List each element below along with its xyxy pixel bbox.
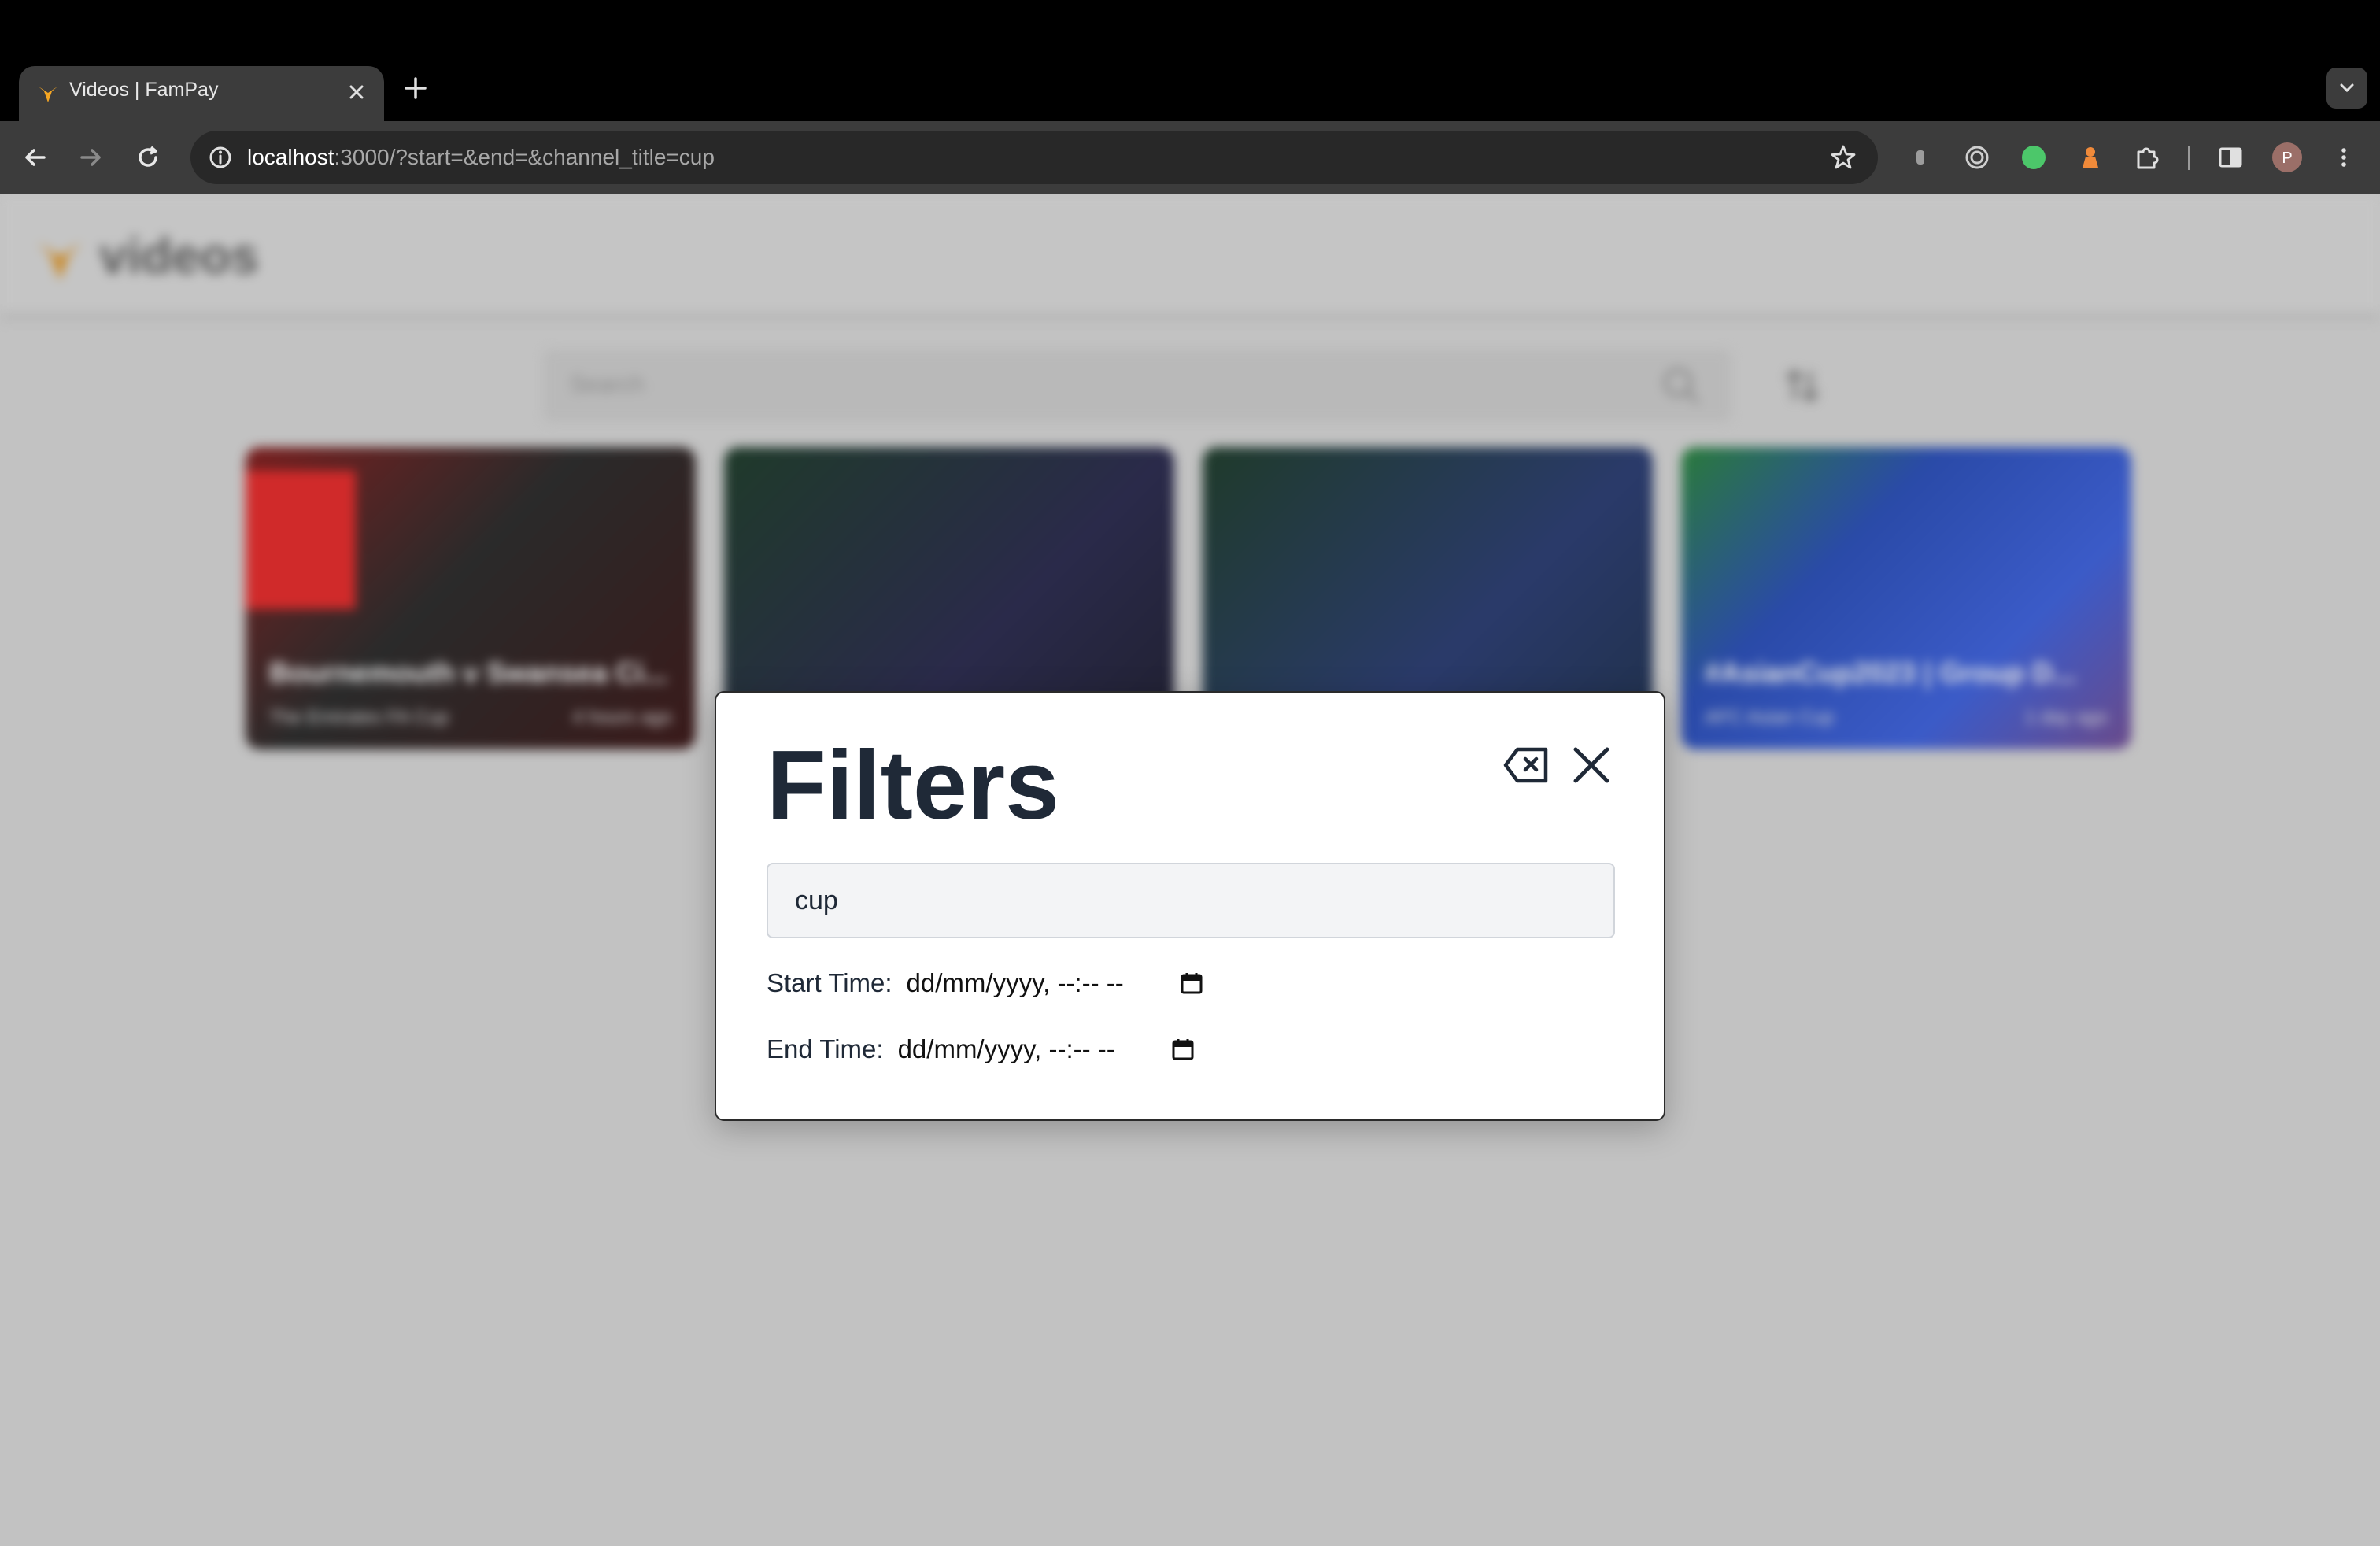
video-card-title: #AsianCup2023 | Group D... — [1705, 656, 2077, 689]
fampay-favicon-icon — [36, 82, 60, 105]
start-time-input[interactable]: dd/mm/yyyy, --:-- -- — [907, 968, 1206, 998]
profile-initial: P — [2282, 150, 2292, 167]
forward-arrow-icon[interactable] — [72, 139, 110, 176]
browser-tabstrip: Videos | FamPay — [0, 0, 2380, 121]
app-title: videos — [99, 227, 259, 284]
start-time-label: Start Time: — [767, 968, 893, 997]
url-host: localhost — [247, 145, 334, 169]
url-path: :3000/?start=&end=&channel_title=cup — [334, 145, 715, 169]
filter-toggle-icon[interactable] — [1782, 365, 1823, 406]
extension-gray-icon[interactable] — [1901, 139, 1939, 176]
start-time-value: dd/mm/yyyy, --:-- -- — [906, 968, 1124, 997]
search-icon[interactable] — [1659, 364, 1703, 408]
filters-modal: Filters Start Time: dd/mm/yyyy, --:-- --… — [715, 691, 1665, 1121]
extension-green-dot-icon[interactable] — [2015, 139, 2053, 176]
end-time-input[interactable]: dd/mm/yyyy, --:-- -- — [898, 1034, 1197, 1064]
video-card-channel: The Emirates FA Cup — [269, 707, 449, 728]
bookmark-star-icon[interactable] — [1824, 139, 1862, 176]
reload-icon[interactable] — [129, 139, 167, 176]
extension-orange-icon[interactable] — [2071, 139, 2109, 176]
side-panel-icon[interactable] — [2212, 139, 2249, 176]
start-time-row: Start Time: dd/mm/yyyy, --:-- -- — [767, 968, 1206, 998]
browser-menu-kebab-icon[interactable] — [2325, 139, 2363, 176]
end-time-label: End Time: — [767, 1034, 884, 1063]
end-time-value: dd/mm/yyyy, --:-- -- — [897, 1034, 1115, 1063]
url-text: localhost:3000/?start=&end=&channel_titl… — [247, 145, 715, 170]
toolbar-separator — [2188, 146, 2190, 170]
video-card-meta: The Emirates FA Cup 4 hours ago — [269, 707, 672, 729]
video-card-age: 1 day ago — [2024, 707, 2108, 728]
calendar-icon[interactable] — [1169, 1035, 1197, 1063]
browser-toolbar: localhost:3000/?start=&end=&channel_titl… — [0, 121, 2380, 194]
video-card-channel: AFC Asian Cup — [1705, 707, 1835, 728]
new-tab-plus-icon[interactable] — [401, 74, 430, 102]
video-card-meta: AFC Asian Cup 1 day ago — [1705, 707, 2108, 729]
video-card-title: Bournemouth v Swansea Ci... — [269, 656, 668, 689]
video-search-input[interactable]: Search — [543, 350, 1731, 422]
site-info-icon[interactable] — [201, 139, 239, 176]
fampay-logo-icon — [35, 235, 85, 285]
profile-avatar[interactable]: P — [2268, 139, 2306, 176]
tab-close-icon[interactable] — [343, 79, 370, 105]
calendar-icon[interactable] — [1177, 969, 1206, 997]
tab-search-menu-button[interactable] — [2326, 68, 2367, 109]
video-card[interactable]: Bournemouth v Swansea Ci... The Emirates… — [246, 447, 696, 749]
close-icon[interactable] — [1568, 742, 1615, 789]
app-header: videos — [0, 194, 2380, 321]
page-viewport: videos Search Bournemouth v Swansea Ci..… — [0, 194, 2380, 1546]
extensions-puzzle-icon[interactable] — [2128, 139, 2166, 176]
address-bar[interactable]: localhost:3000/?start=&end=&channel_titl… — [190, 131, 1878, 184]
browser-tab-active[interactable]: Videos | FamPay — [19, 66, 384, 121]
extension-target-icon[interactable] — [1958, 139, 1996, 176]
chevron-down-icon — [2340, 83, 2354, 93]
modal-title: Filters — [767, 731, 1060, 840]
video-card[interactable]: #AsianCup2023 | Group D... AFC Asian Cup… — [1681, 447, 2131, 749]
clear-filters-backspace-icon[interactable] — [1502, 742, 1552, 789]
end-time-row: End Time: dd/mm/yyyy, --:-- -- — [767, 1034, 1197, 1064]
video-card-age: 4 hours ago — [572, 707, 672, 728]
channel-title-filter-input[interactable] — [767, 863, 1615, 938]
card-thumbnail-badge — [246, 471, 356, 609]
back-arrow-icon[interactable] — [16, 139, 54, 176]
search-placeholder: Search — [570, 372, 645, 398]
tab-title: Videos | FamPay — [69, 79, 219, 101]
